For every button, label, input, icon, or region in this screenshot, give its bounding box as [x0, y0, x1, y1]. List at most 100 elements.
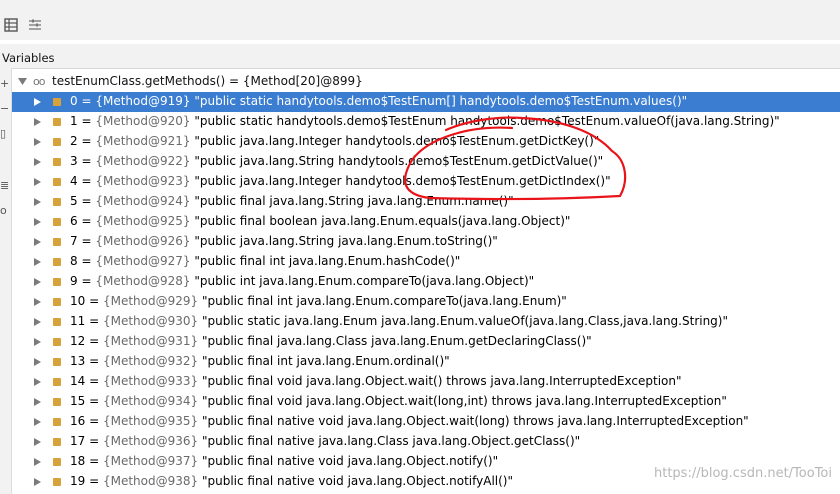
method-row[interactable]: 8 = {Method@927} "public final int java.…: [12, 252, 840, 272]
method-row[interactable]: 17 = {Method@936} "public final native j…: [12, 432, 840, 452]
method-index: 16 =: [70, 414, 103, 428]
method-index: 14 =: [70, 374, 103, 388]
method-object-ref: {Method@930}: [102, 314, 199, 328]
method-object-ref: {Method@923}: [95, 174, 191, 188]
field-icon: [53, 298, 61, 306]
method-signature: "public static handytools.demo$TestEnum[…: [190, 94, 688, 108]
method-object-ref: {Method@921}: [95, 134, 191, 148]
method-row[interactable]: 11 = {Method@930} "public static java.la…: [12, 312, 840, 332]
field-icon: [53, 178, 61, 186]
method-entry-text: 17 = {Method@936} "public final native j…: [70, 434, 580, 448]
method-object-ref: {Method@927}: [95, 254, 191, 268]
expand-right-icon[interactable]: [34, 298, 41, 306]
expand-right-icon[interactable]: [34, 458, 41, 466]
plus-icon[interactable]: +: [0, 78, 9, 90]
field-icon: [53, 138, 61, 146]
method-entry-text: 5 = {Method@924} "public final java.lang…: [70, 194, 514, 208]
expand-right-icon[interactable]: [34, 118, 41, 126]
expand-right-icon[interactable]: [34, 198, 41, 206]
field-icon: [53, 238, 61, 246]
method-entry-text: 3 = {Method@922} "public java.lang.Strin…: [70, 154, 603, 168]
method-object-ref: {Method@936}: [102, 434, 199, 448]
method-row[interactable]: 6 = {Method@925} "public final boolean j…: [12, 212, 840, 232]
method-row[interactable]: 3 = {Method@922} "public java.lang.Strin…: [12, 152, 840, 172]
method-signature: "public final native void java.lang.Obje…: [198, 414, 749, 428]
method-index: 18 =: [70, 454, 103, 468]
field-icon: [53, 418, 61, 426]
method-row[interactable]: 13 = {Method@932} "public final int java…: [12, 352, 840, 372]
method-object-ref: {Method@922}: [95, 154, 191, 168]
method-signature: "public final boolean java.lang.Enum.equ…: [190, 214, 571, 228]
field-icon: [53, 338, 61, 346]
expand-right-icon[interactable]: [34, 138, 41, 146]
method-signature: "public final native void java.lang.Obje…: [198, 454, 499, 468]
expand-right-icon[interactable]: [34, 218, 41, 226]
expand-right-icon[interactable]: [34, 358, 41, 366]
method-row[interactable]: 16 = {Method@935} "public final native v…: [12, 412, 840, 432]
expand-right-icon[interactable]: [34, 338, 41, 346]
method-object-ref: {Method@937}: [102, 454, 199, 468]
method-index: 13 =: [70, 354, 103, 368]
panel-title: Variables: [2, 51, 55, 65]
method-row[interactable]: 9 = {Method@928} "public int java.lang.E…: [12, 272, 840, 292]
method-row[interactable]: 15 = {Method@934} "public final void jav…: [12, 392, 840, 412]
method-signature: "public final native java.lang.Class jav…: [198, 434, 581, 448]
expand-right-icon[interactable]: [34, 418, 41, 426]
method-row[interactable]: 12 = {Method@931} "public final java.lan…: [12, 332, 840, 352]
expand-right-icon[interactable]: [34, 238, 41, 246]
method-object-ref: {Method@919}: [95, 94, 191, 108]
method-object-ref: {Method@920}: [95, 114, 191, 128]
method-row[interactable]: 5 = {Method@924} "public final java.lang…: [12, 192, 840, 212]
root-variable-node[interactable]: oo testEnumClass.getMethods() = {Method[…: [12, 72, 840, 92]
debugger-toolbar: [0, 0, 840, 40]
field-icon: [53, 438, 61, 446]
expand-right-icon[interactable]: [34, 478, 41, 486]
method-entry-text: 18 = {Method@937} "public final native v…: [70, 454, 498, 468]
method-signature: "public java.lang.Integer handytools.dem…: [190, 134, 600, 148]
method-object-ref: {Method@935}: [102, 414, 199, 428]
method-entry-text: 11 = {Method@930} "public static java.la…: [70, 314, 728, 328]
method-entry-text: 0 = {Method@919} "public static handytoo…: [70, 94, 687, 108]
method-row[interactable]: 2 = {Method@921} "public java.lang.Integ…: [12, 132, 840, 152]
method-row[interactable]: 7 = {Method@926} "public java.lang.Strin…: [12, 232, 840, 252]
method-object-ref: {Method@932}: [102, 354, 199, 368]
field-icon: [53, 318, 61, 326]
method-index: 10 =: [70, 294, 103, 308]
copy-icon[interactable]: ≣: [0, 180, 9, 192]
table-icon[interactable]: [4, 18, 18, 32]
watch-icon[interactable]: o: [0, 205, 9, 217]
minus-icon[interactable]: −: [0, 103, 9, 115]
method-index: 11 =: [70, 314, 103, 328]
field-icon: [53, 278, 61, 286]
method-entry-text: 1 = {Method@920} "public static handytoo…: [70, 114, 780, 128]
method-index: 7 =: [70, 234, 96, 248]
method-object-ref: {Method@929}: [102, 294, 199, 308]
method-index: 15 =: [70, 394, 103, 408]
method-entry-text: 15 = {Method@934} "public final void jav…: [70, 394, 727, 408]
expand-right-icon[interactable]: [34, 378, 41, 386]
method-index: 17 =: [70, 434, 103, 448]
method-signature: "public final void java.lang.Object.wait…: [198, 394, 727, 408]
expand-right-icon[interactable]: [34, 318, 41, 326]
expand-right-icon[interactable]: [34, 158, 41, 166]
method-object-ref: {Method@938}: [102, 474, 199, 488]
method-row[interactable]: 10 = {Method@929} "public final int java…: [12, 292, 840, 312]
expand-right-icon[interactable]: [34, 258, 41, 266]
expand-right-icon[interactable]: [34, 178, 41, 186]
method-row[interactable]: 1 = {Method@920} "public static handytoo…: [12, 112, 840, 132]
method-row[interactable]: 0 = {Method@919} "public static handytoo…: [12, 92, 840, 112]
method-entry-text: 10 = {Method@929} "public final int java…: [70, 294, 567, 308]
method-signature: "public java.lang.String handytools.demo…: [190, 154, 604, 168]
method-row[interactable]: 4 = {Method@923} "public java.lang.Integ…: [12, 172, 840, 192]
method-signature: "public final native void java.lang.Obje…: [198, 474, 514, 488]
method-entry-text: 4 = {Method@923} "public java.lang.Integ…: [70, 174, 611, 188]
expand-right-icon[interactable]: [34, 438, 41, 446]
list-settings-icon[interactable]: [28, 18, 42, 32]
expand-down-icon[interactable]: [18, 78, 27, 86]
variables-panel-header: Variables: [0, 44, 840, 69]
expand-right-icon[interactable]: [34, 98, 41, 106]
clipboard-icon[interactable]: ▯: [0, 128, 9, 140]
expand-right-icon[interactable]: [34, 278, 41, 286]
method-row[interactable]: 14 = {Method@933} "public final void jav…: [12, 372, 840, 392]
expand-right-icon[interactable]: [34, 398, 41, 406]
